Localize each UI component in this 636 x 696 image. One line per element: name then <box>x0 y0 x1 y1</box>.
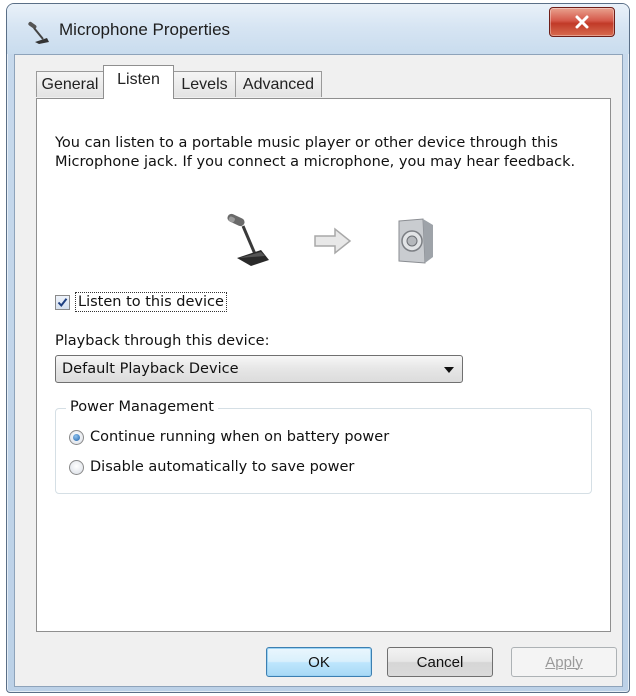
listen-checkbox-label[interactable]: Listen to this device <box>75 292 227 312</box>
playback-device-value: Default Playback Device <box>62 361 239 377</box>
checkmark-icon <box>57 297 68 307</box>
properties-window: Microphone Properties General Listen Lev… <box>6 3 630 693</box>
microphone-icon <box>227 213 269 266</box>
title-bar[interactable]: Microphone Properties <box>7 4 629 54</box>
window-title: Microphone Properties <box>59 20 231 39</box>
playback-device-label: Playback through this device: <box>55 333 270 349</box>
close-icon <box>575 15 589 29</box>
listen-checkbox-row[interactable]: Listen to this device <box>55 291 227 313</box>
radio-disable-automatically-row[interactable]: Disable automatically to save power <box>69 459 354 475</box>
apply-button[interactable]: Apply <box>511 647 617 677</box>
tab-advanced[interactable]: Advanced <box>235 71 322 97</box>
tab-general[interactable]: General <box>36 71 104 97</box>
ok-button[interactable]: OK <box>266 647 372 677</box>
listen-checkbox[interactable] <box>55 294 70 310</box>
tab-levels[interactable]: Levels <box>173 71 236 97</box>
power-management-legend: Power Management <box>66 399 218 415</box>
playback-device-dropdown[interactable]: Default Playback Device <box>55 355 463 383</box>
microphone-icon <box>28 21 49 44</box>
power-management-group: Power Management Continue running when o… <box>55 399 592 494</box>
apply-button-mnemonic: A <box>545 653 556 671</box>
listen-description: You can listen to a portable music playe… <box>55 135 576 170</box>
dialog-body: General Listen Levels Advanced You can l… <box>14 54 623 687</box>
close-button[interactable] <box>549 7 615 37</box>
apply-button-label: pply <box>555 653 583 671</box>
speaker-icon <box>398 218 433 264</box>
radio-continue-running-label[interactable]: Continue running when on battery power <box>90 429 389 445</box>
arrow-right-icon <box>314 227 352 255</box>
dropdown-arrow-icon <box>444 367 454 373</box>
radio-continue-running[interactable] <box>69 429 84 445</box>
tab-listen[interactable]: Listen <box>103 65 174 99</box>
radio-disable-automatically-label[interactable]: Disable automatically to save power <box>90 459 354 475</box>
cancel-button[interactable]: Cancel <box>387 647 493 677</box>
radio-continue-running-row[interactable]: Continue running when on battery power <box>69 429 389 445</box>
listen-tab-panel: You can listen to a portable music playe… <box>36 98 611 632</box>
radio-disable-automatically[interactable] <box>69 459 84 475</box>
